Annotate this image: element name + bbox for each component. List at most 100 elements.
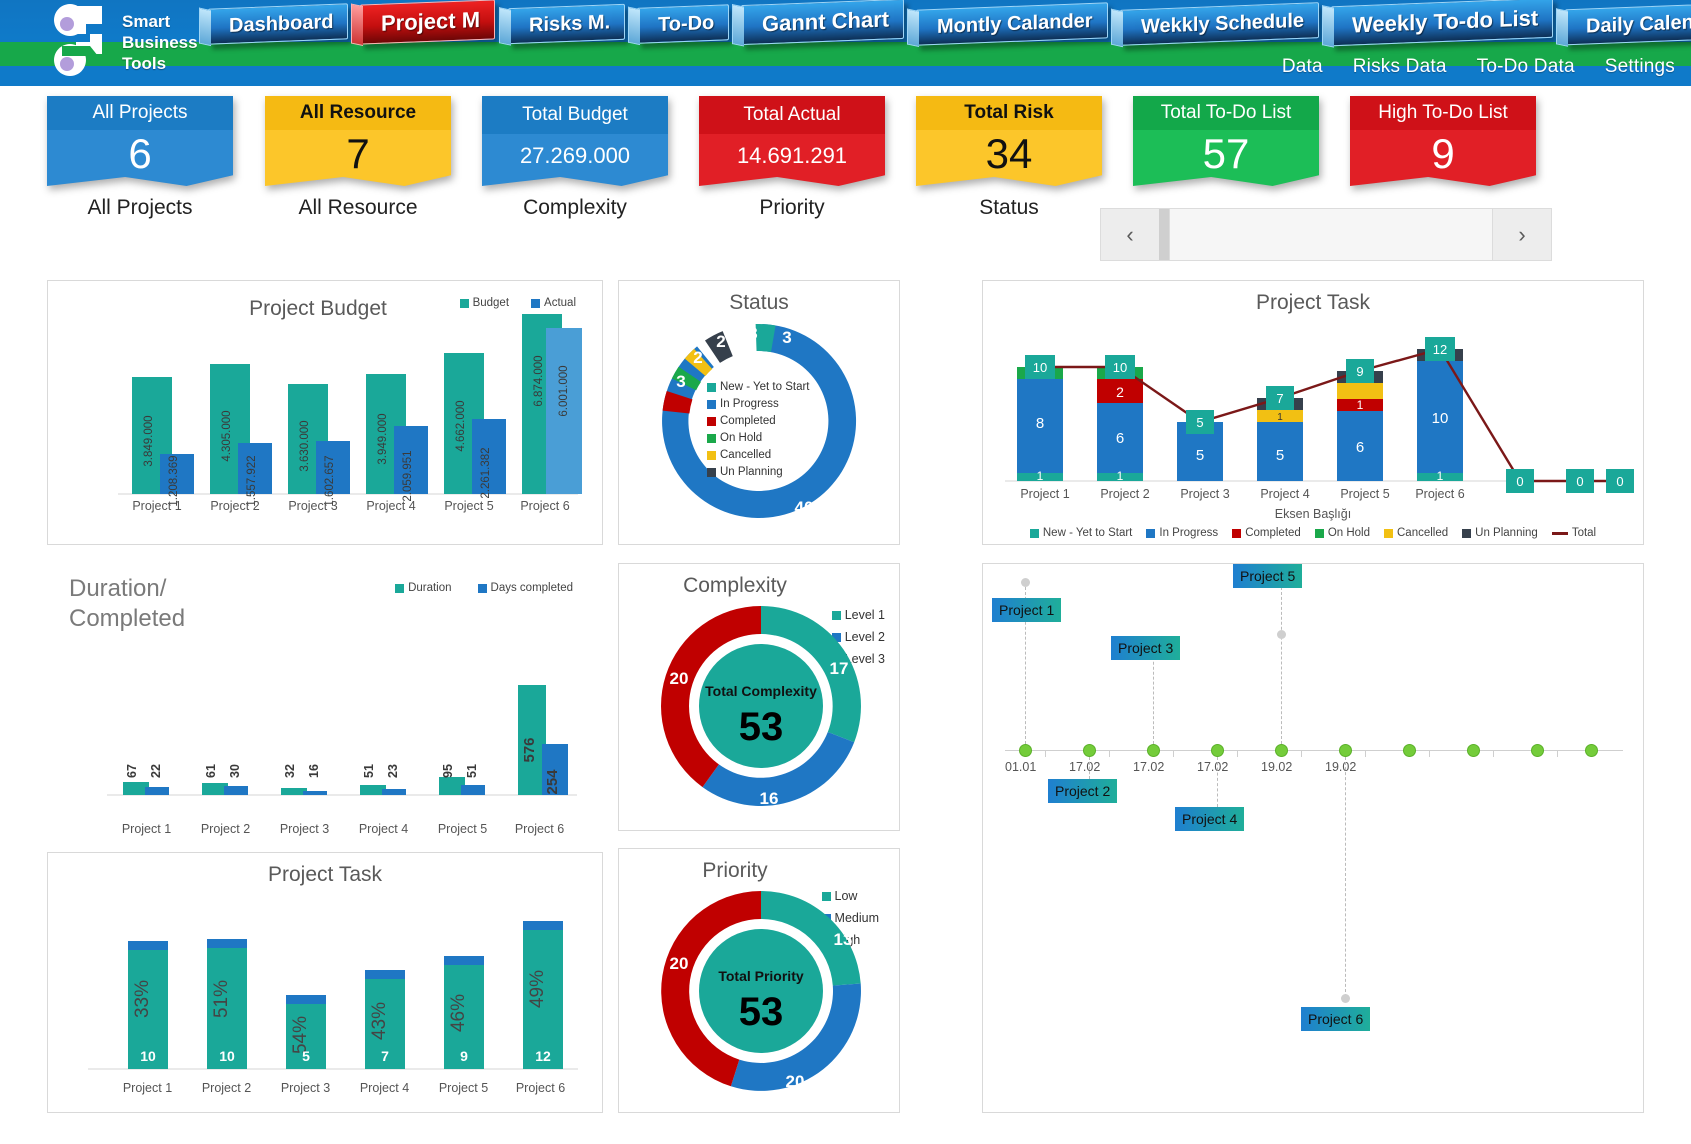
legend-item-total[interactable]: Total xyxy=(1551,527,1597,539)
svg-text:53: 53 xyxy=(739,990,784,1034)
svg-text:3: 3 xyxy=(676,372,685,391)
svg-text:10: 10 xyxy=(219,1048,235,1064)
panel-project-timeline: Project 1 Project 3 Project 5 01.01 17.0… xyxy=(982,563,1644,1113)
timeline-chip-project-6[interactable]: Project 6 xyxy=(1301,1007,1371,1031)
svg-text:5: 5 xyxy=(1196,447,1204,464)
timeline-chip-project-1[interactable]: Project 1 xyxy=(992,598,1062,622)
legend-item-un-planning[interactable]: Un Planning xyxy=(1462,527,1538,539)
tab-label: Gannt Chart xyxy=(761,6,890,37)
timeline-dot[interactable] xyxy=(1585,744,1598,757)
timeline-dot[interactable] xyxy=(1275,744,1288,757)
tab-dashboard[interactable]: Dashboard xyxy=(208,3,349,45)
legend-item-completed[interactable]: Completed xyxy=(707,415,810,427)
svg-text:23: 23 xyxy=(386,764,400,778)
legend-swatch-new xyxy=(1029,528,1039,538)
timeline-dot[interactable] xyxy=(1531,744,1544,757)
kpi-value: 27.269.000 xyxy=(519,143,631,168)
legend-item-cancelled[interactable]: Cancelled xyxy=(707,449,810,461)
timeline-date: 01.01 xyxy=(1005,760,1037,774)
legend-label: On Hold xyxy=(720,432,763,444)
svg-text:1: 1 xyxy=(1277,412,1283,423)
tab-daily-calendar[interactable]: Daily Calendar xyxy=(1564,2,1691,46)
tab-label: Risks M. xyxy=(528,10,610,36)
legend-item-on-hold[interactable]: On Hold xyxy=(707,432,810,444)
scroll-thumb[interactable] xyxy=(1159,209,1169,260)
xtick-label: Project 2 xyxy=(210,499,260,513)
tab-weekly-todo-list[interactable]: Weekly To-do List xyxy=(1330,0,1553,47)
xaxis-project-budget: Project 1 Project 2 Project 3 Project 4 … xyxy=(118,499,582,513)
timeline-date: 17.02 xyxy=(1197,760,1229,774)
svg-text:10: 10 xyxy=(140,1048,156,1064)
legend-item-new[interactable]: New - Yet to Start xyxy=(707,381,810,393)
legend-swatch-on-hold xyxy=(707,433,716,443)
submenu-item-settings[interactable]: Settings xyxy=(1605,56,1675,78)
legend-item-new[interactable]: New - Yet to Start xyxy=(1029,527,1132,539)
timeline-stem xyxy=(1089,757,1090,779)
xtick-label: Project 1 xyxy=(121,822,172,836)
kpi-value: 34 xyxy=(985,130,1033,177)
submenu-item-data[interactable]: Data xyxy=(1282,56,1323,78)
legend-item-un-planning[interactable]: Un Planning xyxy=(707,466,810,478)
kpi-card-total-todo-list[interactable]: Total To-Do List 57 xyxy=(1133,96,1319,186)
legend-item-days-completed[interactable]: Days completed xyxy=(477,582,573,594)
legend-label: Un Planning xyxy=(1475,527,1538,539)
timeline-dot[interactable] xyxy=(1019,744,1032,757)
timeline-chip-project-3[interactable]: Project 3 xyxy=(1111,636,1181,660)
timeline-chip-project-2[interactable]: Project 2 xyxy=(1048,779,1118,803)
kpi-card-high-todo-list[interactable]: High To-Do List 9 xyxy=(1350,96,1536,186)
timeline-dot[interactable] xyxy=(1147,744,1160,757)
legend-label: Total xyxy=(1571,527,1597,539)
timeline-chip-project-4[interactable]: Project 4 xyxy=(1175,807,1245,831)
legend-item-completed[interactable]: Completed xyxy=(1232,527,1301,539)
chart-title-complexity: Complexity xyxy=(683,574,787,597)
tab-wekkly-schedule[interactable]: Wekkly Schedule xyxy=(1119,2,1319,46)
timeline-dot[interactable] xyxy=(1467,744,1480,757)
tab-project-m[interactable]: Project M xyxy=(360,0,496,45)
svg-text:16: 16 xyxy=(760,789,779,808)
timeline-dot[interactable] xyxy=(1339,744,1352,757)
logo-line-2: Business xyxy=(122,32,198,52)
tab-risks-m[interactable]: Risks M. xyxy=(507,3,625,45)
timeline-dot[interactable] xyxy=(1403,744,1416,757)
app-header: Smart Business Tools Dashboard Project M… xyxy=(0,0,1691,86)
tab-label: To-Do xyxy=(657,11,714,36)
kpi-card-total-risk[interactable]: Total Risk 34 xyxy=(916,96,1102,186)
legend-label: Days completed xyxy=(490,582,573,594)
legend-item-in-progress[interactable]: In Progress xyxy=(707,398,810,410)
timeline-chip-project-5[interactable]: Project 5 xyxy=(1233,564,1303,588)
kpi-card-total-actual[interactable]: Total Actual 14.691.291 xyxy=(699,96,885,186)
kpi-value: 7 xyxy=(346,130,370,177)
scroll-track[interactable] xyxy=(1169,209,1493,260)
legend-item-duration[interactable]: Duration xyxy=(395,582,452,594)
svg-text:51: 51 xyxy=(362,764,376,778)
legend-item-cancelled[interactable]: Cancelled xyxy=(1384,527,1448,539)
svg-text:1: 1 xyxy=(1117,469,1124,483)
timeline-dot[interactable] xyxy=(1211,744,1224,757)
tab-gannt-chart[interactable]: Gannt Chart xyxy=(740,0,905,46)
timeline-stem xyxy=(1281,582,1282,744)
panel-project-task-stacked: Project Task 8 1 6 2 1 5 5 1 6 1 10 1 10… xyxy=(982,280,1644,545)
smart-business-tools-logo-icon xyxy=(46,2,114,82)
horizontal-scroller[interactable]: ‹ › xyxy=(1100,208,1552,261)
scroll-right-icon[interactable]: › xyxy=(1493,209,1551,260)
svg-text:12: 12 xyxy=(535,1048,551,1064)
kpi-card-all-resource[interactable]: All Resource 7 xyxy=(265,96,451,186)
kpi-card-total-budget[interactable]: Total Budget 27.269.000 xyxy=(482,96,668,186)
svg-text:3: 3 xyxy=(748,324,757,343)
chart-priority-donut: 13 20 20 Total Priority 53 xyxy=(661,891,861,1091)
xtick-label: Project 4 xyxy=(359,1081,410,1095)
legend-status: New - Yet to Start In Progress Completed… xyxy=(707,381,810,478)
tab-montly-calander[interactable]: Montly Calander xyxy=(916,2,1108,46)
svg-text:576: 576 xyxy=(521,737,538,762)
tab-label: Project M xyxy=(381,6,481,36)
tab-label: Dashboard xyxy=(229,10,334,37)
kpi-card-all-projects[interactable]: All Projects 6 xyxy=(47,96,233,186)
submenu-item-todo-data[interactable]: To-Do Data xyxy=(1477,56,1575,78)
timeline-dot[interactable] xyxy=(1083,744,1096,757)
timeline-date: 19.02 xyxy=(1325,760,1357,774)
submenu-item-risks-data[interactable]: Risks Data xyxy=(1353,56,1447,78)
scroll-left-icon[interactable]: ‹ xyxy=(1101,209,1159,260)
tab-to-do[interactable]: To-Do xyxy=(636,4,729,44)
legend-item-in-progress[interactable]: In Progress xyxy=(1146,527,1218,539)
legend-item-on-hold[interactable]: On Hold xyxy=(1314,527,1370,539)
